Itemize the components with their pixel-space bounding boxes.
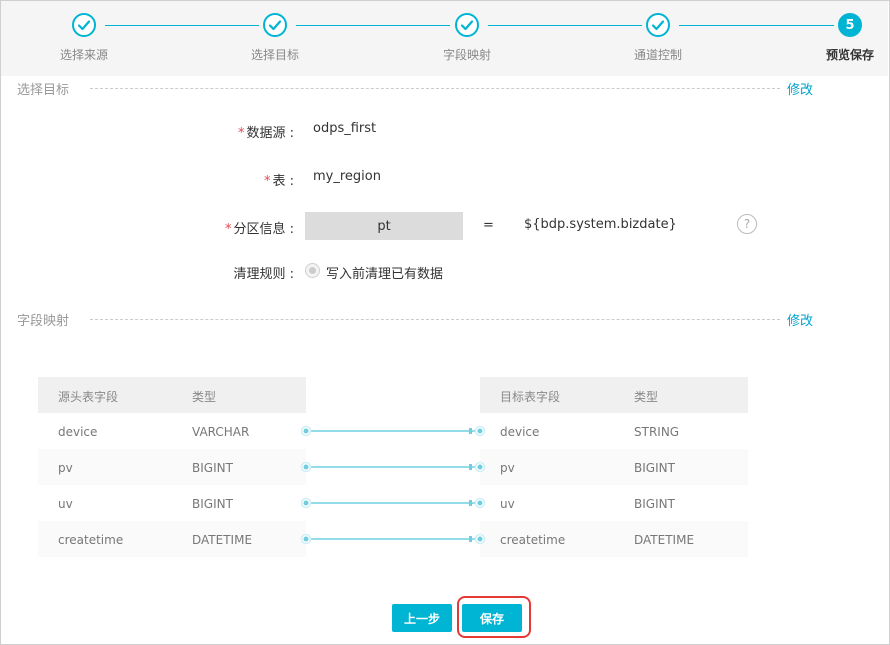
mapping-link-createtime[interactable] <box>300 533 486 545</box>
mapping-link-uv[interactable] <box>300 497 486 509</box>
mapping-link-device[interactable] <box>300 425 486 437</box>
prev-step-button[interactable]: 上一步 <box>392 604 452 632</box>
mapping-link-pv[interactable] <box>300 461 486 473</box>
save-button-highlight <box>457 596 531 638</box>
field-mapping-connectors <box>300 425 486 545</box>
